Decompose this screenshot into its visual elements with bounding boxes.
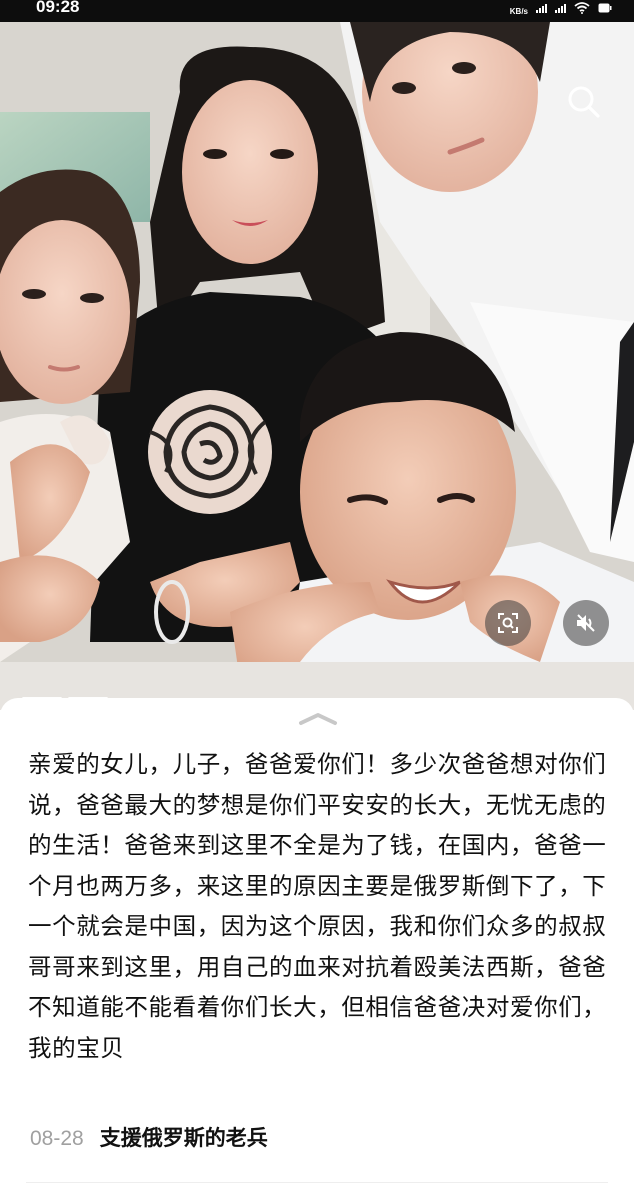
wifi-icon: [574, 2, 590, 14]
post-caption: 亲爱的女儿，儿子，爸爸爱你们！多少次爸爸想对你们说，爸爸最大的梦想是你们平安安的…: [28, 750, 607, 1062]
rose-print: [148, 390, 272, 514]
mute-button[interactable]: [563, 600, 609, 646]
divider: [26, 1182, 608, 1183]
battery-icon: [598, 3, 612, 13]
family-photo-illustration: [0, 22, 634, 710]
chevron-up-icon[interactable]: [297, 712, 339, 726]
network-speed: KB/s: [510, 0, 528, 16]
scan-icon: [498, 613, 518, 633]
status-indicators: KB/s: [510, 0, 612, 16]
scan-button[interactable]: [485, 600, 531, 646]
post-date: 08-28: [30, 1127, 84, 1150]
status-time: 09:28: [36, 0, 80, 16]
network-speed-unit: KB/s: [509, 7, 528, 16]
mute-icon: [577, 614, 595, 632]
signal-icon-2: [555, 3, 566, 13]
post-author[interactable]: 支援俄罗斯的老兵: [100, 1122, 268, 1152]
app-screen: 09:28 KB/s 亲爱的女儿，儿子，爸爸爱你们！多少次爸爸想对你们说，爸爸最…: [0, 0, 634, 1199]
status-bar: 09:28 KB/s: [0, 0, 634, 22]
caption-panel: 亲爱的女儿，儿子，爸爸爱你们！多少次爸爸想对你们说，爸爸最大的梦想是你们平安安的…: [0, 698, 634, 1199]
search-icon[interactable]: [564, 82, 604, 122]
post-photo[interactable]: [0, 22, 634, 710]
signal-icon: [536, 3, 547, 13]
post-meta: 08-28 支援俄罗斯的老兵: [30, 1122, 268, 1152]
